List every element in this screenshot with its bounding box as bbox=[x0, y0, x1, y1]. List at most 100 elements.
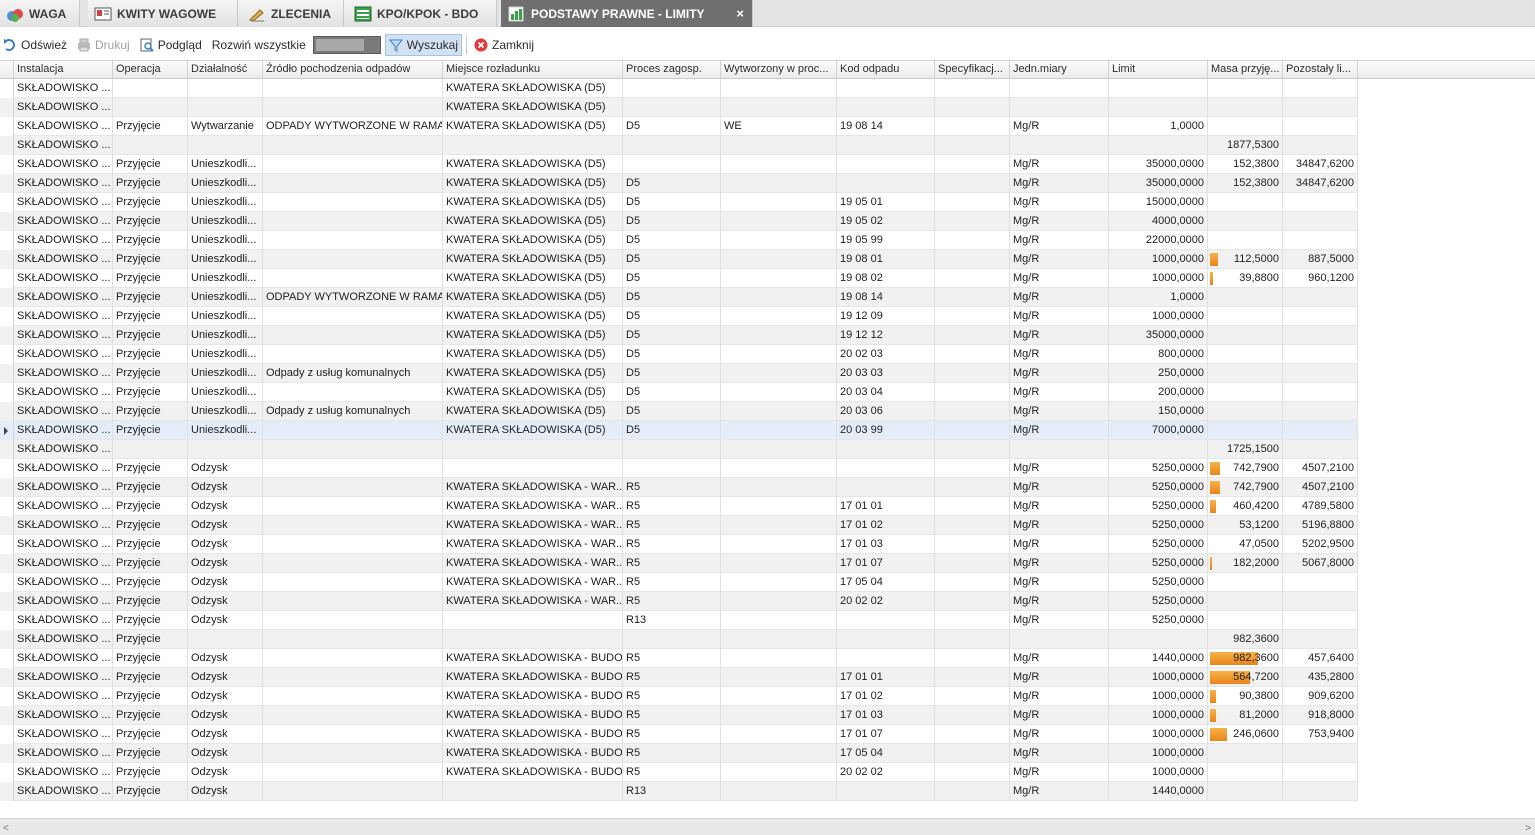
tab-kwity-wagowe[interactable]: KWITY WAGOWE bbox=[88, 0, 238, 27]
table-row[interactable]: SKŁADOWISKO ... Przyjęcie Unieszkodli... OD… bbox=[0, 288, 1358, 307]
row-indicator[interactable] bbox=[0, 307, 14, 326]
table-row[interactable]: SKŁADOWISKO ... Przyjęcie Unieszkodli... KW… bbox=[0, 250, 1358, 269]
tab-waga[interactable]: WAGA bbox=[0, 0, 80, 27]
row-indicator[interactable] bbox=[0, 725, 14, 744]
row-indicator[interactable] bbox=[0, 269, 14, 288]
row-indicator[interactable] bbox=[0, 250, 14, 269]
row-indicator[interactable] bbox=[0, 79, 14, 98]
table-row[interactable]: SKŁADOWISKO ... Przyjęcie Odzysk KWATERA SK… bbox=[0, 668, 1358, 687]
table-row[interactable]: SKŁADOWISKO ... Przyjęcie Odzysk KWATERA SK… bbox=[0, 497, 1358, 516]
close-button[interactable]: Zamknij bbox=[471, 34, 537, 56]
table-row[interactable]: SKŁADOWISKO ... Przyjęcie Unieszkodli... KW… bbox=[0, 421, 1358, 440]
row-indicator[interactable] bbox=[0, 459, 14, 478]
tab-zlecenia[interactable]: ZLECENIA bbox=[238, 0, 344, 27]
table-row[interactable]: SKŁADOWISKO ... KWATERA SKŁADOWISKA (D5) bbox=[0, 98, 1358, 117]
table-row[interactable]: SKŁADOWISKO ... Przyjęcie Odzysk KWATERA SK… bbox=[0, 554, 1358, 573]
row-indicator[interactable] bbox=[0, 611, 14, 630]
table-row[interactable]: SKŁADOWISKO ... Przyjęcie Unieszkodli... KW… bbox=[0, 345, 1358, 364]
row-indicator[interactable] bbox=[0, 478, 14, 497]
table-row[interactable]: SKŁADOWISKO ... Przyjęcie Unieszkodli... Od… bbox=[0, 364, 1358, 383]
row-indicator[interactable] bbox=[0, 516, 14, 535]
row-indicator[interactable] bbox=[0, 174, 14, 193]
table-row[interactable]: SKŁADOWISKO ... Przyjęcie Unieszkodli... KW… bbox=[0, 193, 1358, 212]
table-row[interactable]: SKŁADOWISKO ... Przyjęcie Odzysk KWATERA SK… bbox=[0, 725, 1358, 744]
table-row[interactable]: SKŁADOWISKO ... Przyjęcie Odzysk R13 Mg/R 525… bbox=[0, 611, 1358, 630]
table-row[interactable]: SKŁADOWISKO ... Przyjęcie Odzysk KWATERA SK… bbox=[0, 744, 1358, 763]
table-row[interactable]: SKŁADOWISKO ... Przyjęcie Odzysk KWATERA SK… bbox=[0, 516, 1358, 535]
refresh-button[interactable]: Odśwież bbox=[0, 34, 70, 56]
column-header[interactable]: Masa przyję... bbox=[1208, 61, 1283, 79]
column-header[interactable]: Wytworzony w proc... bbox=[721, 61, 837, 79]
table-row[interactable]: SKŁADOWISKO ... Przyjęcie Unieszkodli... Od… bbox=[0, 402, 1358, 421]
table-row[interactable]: SKŁADOWISKO ... Przyjęcie Unieszkodli... KW… bbox=[0, 155, 1358, 174]
table-row[interactable]: SKŁADOWISKO ... Przyjęcie Odzysk KWATERA SK… bbox=[0, 478, 1358, 497]
table-row[interactable]: SKŁADOWISKO ... Przyjęcie Odzysk Mg/R 5250,0… bbox=[0, 459, 1358, 478]
column-header[interactable]: Miejsce rozładunku bbox=[443, 61, 623, 79]
row-indicator[interactable] bbox=[0, 402, 14, 421]
row-indicator[interactable] bbox=[0, 630, 14, 649]
table-row[interactable]: SKŁADOWISKO ... 1725,1500 bbox=[0, 440, 1358, 459]
row-indicator[interactable] bbox=[0, 744, 14, 763]
row-indicator[interactable] bbox=[0, 326, 14, 345]
table-row[interactable]: SKŁADOWISKO ... KWATERA SKŁADOWISKA (D5) bbox=[0, 79, 1358, 98]
expand-all-toggle[interactable] bbox=[312, 36, 381, 54]
row-indicator[interactable] bbox=[0, 155, 14, 174]
table-row[interactable]: SKŁADOWISKO ... Przyjęcie Odzysk KWATERA SK… bbox=[0, 573, 1358, 592]
row-indicator[interactable] bbox=[0, 763, 14, 782]
row-indicator[interactable] bbox=[0, 573, 14, 592]
table-row[interactable]: SKŁADOWISKO ... Przyjęcie Odzysk KWATERA SK… bbox=[0, 535, 1358, 554]
row-indicator[interactable] bbox=[0, 288, 14, 307]
table-row[interactable]: SKŁADOWISKO ... Przyjęcie Unieszkodli... KW… bbox=[0, 269, 1358, 288]
row-indicator[interactable] bbox=[0, 212, 14, 231]
column-header[interactable]: Działalność bbox=[188, 61, 263, 79]
table-row[interactable]: SKŁADOWISKO ... Przyjęcie Wytwarzanie ODPAD… bbox=[0, 117, 1358, 136]
search-button[interactable]: Wyszukaj bbox=[384, 34, 463, 56]
row-indicator[interactable] bbox=[0, 706, 14, 725]
row-indicator[interactable] bbox=[0, 98, 14, 117]
table-row[interactable]: SKŁADOWISKO ... Przyjęcie Unieszkodli... KW… bbox=[0, 383, 1358, 402]
tab-podstawy-prawne-limity[interactable]: PODSTAWY PRAWNE - LIMITY × bbox=[501, 0, 753, 27]
scroll-right-icon[interactable]: > bbox=[1525, 823, 1531, 834]
row-indicator[interactable] bbox=[0, 497, 14, 516]
row-indicator[interactable] bbox=[0, 535, 14, 554]
row-indicator[interactable] bbox=[0, 136, 14, 155]
print-button[interactable]: Drukuj bbox=[74, 34, 133, 56]
table-row[interactable]: SKŁADOWISKO ... Przyjęcie Unieszkodli... KW… bbox=[0, 326, 1358, 345]
row-indicator[interactable] bbox=[0, 668, 14, 687]
row-indicator[interactable] bbox=[0, 364, 14, 383]
column-header[interactable]: Instalacja bbox=[14, 61, 113, 79]
row-indicator[interactable] bbox=[0, 231, 14, 250]
table-row[interactable]: SKŁADOWISKO ... Przyjęcie Unieszkodli... KW… bbox=[0, 174, 1358, 193]
column-header[interactable]: Kod odpadu bbox=[837, 61, 935, 79]
row-indicator[interactable] bbox=[0, 193, 14, 212]
close-tab-icon[interactable]: × bbox=[736, 6, 744, 21]
table-row[interactable]: SKŁADOWISKO ... Przyjęcie Odzysk KWATERA SK… bbox=[0, 592, 1358, 611]
row-indicator[interactable] bbox=[0, 440, 14, 459]
table-row[interactable]: SKŁADOWISKO ... 1877,5300 bbox=[0, 136, 1358, 155]
table-row[interactable]: SKŁADOWISKO ... Przyjęcie Odzysk R13 Mg/R 144… bbox=[0, 782, 1358, 801]
table-row[interactable]: SKŁADOWISKO ... Przyjęcie Unieszkodli... KW… bbox=[0, 307, 1358, 326]
tab-kpo-bdo[interactable]: KPO/KPOK - BDO bbox=[344, 0, 497, 27]
table-row[interactable]: SKŁADOWISKO ... Przyjęcie Odzysk KWATERA SK… bbox=[0, 649, 1358, 668]
row-indicator[interactable] bbox=[0, 117, 14, 136]
table-row[interactable]: SKŁADOWISKO ... Przyjęcie Unieszkodli... KW… bbox=[0, 212, 1358, 231]
column-header[interactable]: Operacja bbox=[113, 61, 188, 79]
table-row[interactable]: SKŁADOWISKO ... Przyjęcie Odzysk KWATERA SK… bbox=[0, 706, 1358, 725]
row-indicator[interactable] bbox=[0, 345, 14, 364]
scroll-left-icon[interactable]: < bbox=[3, 823, 9, 834]
row-indicator[interactable] bbox=[0, 554, 14, 573]
column-header[interactable]: Pozostały li... bbox=[1283, 61, 1358, 79]
preview-button[interactable]: Podgląd bbox=[137, 34, 205, 56]
row-indicator[interactable] bbox=[0, 383, 14, 402]
table-row[interactable]: SKŁADOWISKO ... Przyjęcie Odzysk KWATERA SK… bbox=[0, 687, 1358, 706]
row-indicator[interactable] bbox=[0, 687, 14, 706]
column-header[interactable]: Specyfikacj... bbox=[935, 61, 1010, 79]
table-row[interactable]: SKŁADOWISKO ... Przyjęcie 982,3600 bbox=[0, 630, 1358, 649]
row-indicator[interactable] bbox=[0, 592, 14, 611]
horizontal-scrollbar[interactable]: < > bbox=[0, 818, 1535, 835]
column-header[interactable]: Proces zagosp. bbox=[623, 61, 721, 79]
table-row[interactable]: SKŁADOWISKO ... Przyjęcie Odzysk KWATERA SK… bbox=[0, 763, 1358, 782]
row-indicator[interactable] bbox=[0, 782, 14, 801]
table-row[interactable]: SKŁADOWISKO ... Przyjęcie Unieszkodli... KW… bbox=[0, 231, 1358, 250]
column-header[interactable]: Limit bbox=[1109, 61, 1208, 79]
